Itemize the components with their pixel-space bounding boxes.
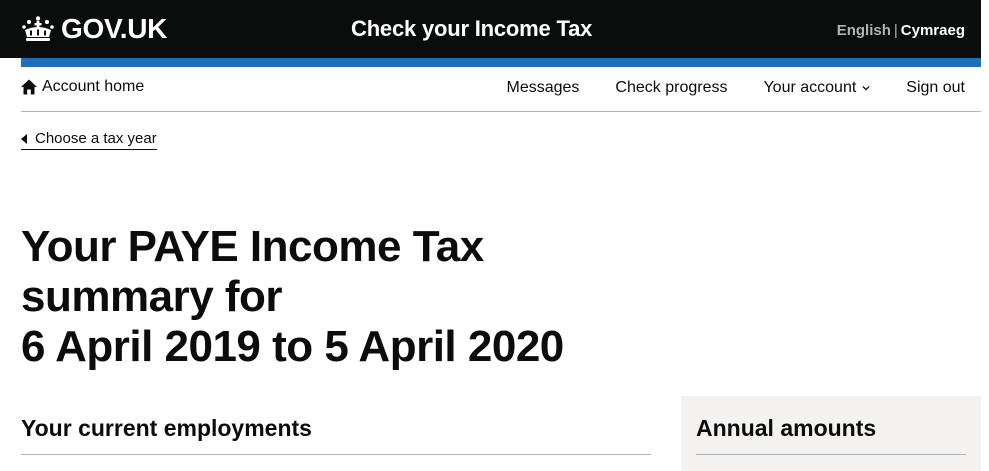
logo-text: GOV.UK [61, 13, 168, 44]
nav-messages-link[interactable]: Messages [507, 79, 580, 97]
section-divider [21, 454, 651, 455]
back-link[interactable]: Choose a tax year [21, 130, 157, 150]
language-english: English [836, 22, 891, 39]
language-toggle: English | Cymraeg [837, 22, 965, 40]
back-link-label: Choose a tax year [35, 130, 157, 147]
chevron-down-icon [862, 85, 870, 91]
nav-your-account-menu[interactable]: Your account [763, 79, 870, 97]
nav-check-progress-link[interactable]: Check progress [615, 79, 727, 97]
annual-amounts-panel: Annual amounts [681, 396, 981, 471]
govuk-logo-link[interactable]: GOV.UK [21, 14, 167, 44]
page-title-line-2: summary for [21, 272, 283, 321]
back-arrow-icon [21, 133, 27, 144]
account-nav-links: Messages Check progress Your account Sig… [471, 79, 966, 97]
account-home-link[interactable]: Account home [21, 78, 144, 96]
page-title-line-1: Your PAYE Income Tax [21, 222, 484, 271]
current-employments-heading: Your current employments [21, 415, 312, 441]
crown-icon [21, 15, 55, 43]
service-name-link[interactable]: Check your Income Tax [351, 16, 592, 42]
language-welsh-link[interactable]: Cymraeg [901, 22, 965, 39]
nav-sign-out-link[interactable]: Sign out [906, 79, 965, 97]
nav-your-account-label: Your account [763, 79, 857, 96]
header-blue-bar [21, 58, 981, 67]
home-icon [21, 79, 37, 95]
site-header: GOV.UK Check your Income Tax English | Cym… [0, 0, 981, 58]
page-title-line-3: 6 April 2019 to 5 April 2020 [21, 322, 564, 371]
panel-divider [696, 454, 966, 455]
account-home-label: Account home [42, 78, 145, 95]
annual-amounts-heading: Annual amounts [696, 415, 877, 441]
page-title: Your PAYE Income Tax summary for 6 April… [21, 222, 671, 372]
account-navigation: Account home Messages Check progress You… [21, 68, 981, 112]
language-separator: | [893, 22, 898, 39]
